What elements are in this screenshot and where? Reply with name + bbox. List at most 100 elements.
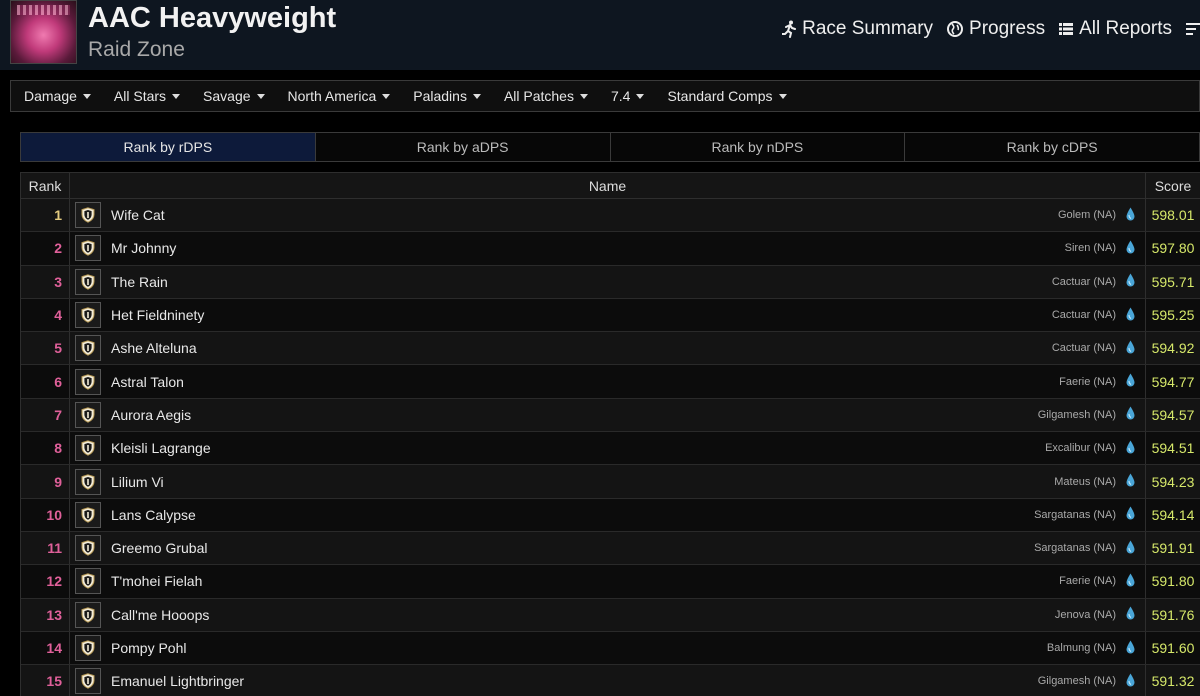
aether-drop-icon xyxy=(1126,473,1135,490)
player-name[interactable]: Kleisli Lagrange xyxy=(111,440,1045,456)
nav-all-reports[interactable]: All Reports xyxy=(1059,18,1172,40)
caret-down-icon xyxy=(472,93,481,99)
rank-cell: 2 xyxy=(21,232,70,265)
paladin-shield-icon[interactable] xyxy=(75,468,101,495)
score-cell: 591.80 xyxy=(1151,573,1195,590)
table-row[interactable]: 14 Pompy Pohl Balmung (NA) 591.60 xyxy=(21,631,1200,666)
paladin-shield-icon[interactable] xyxy=(75,435,101,462)
filter-region-label: North America xyxy=(287,88,377,104)
nav-race-summary[interactable]: Race Summary xyxy=(782,18,933,40)
filter-region[interactable]: North America xyxy=(288,88,391,104)
caret-down-icon xyxy=(172,93,181,99)
header-score[interactable]: Score xyxy=(1146,173,1200,198)
paladin-shield-icon[interactable] xyxy=(75,268,101,295)
player-name[interactable]: T'mohei Fielah xyxy=(111,573,1059,589)
paladin-shield-icon[interactable] xyxy=(75,368,101,395)
filter-comps[interactable]: Standard Comps xyxy=(667,88,787,104)
filter-patch-version[interactable]: 7.4 xyxy=(611,88,645,104)
tab-ndps[interactable]: Rank by nDPS xyxy=(610,133,906,161)
score-cell: 594.77 xyxy=(1151,373,1195,390)
table-row[interactable]: 3 The Rain Cactuar (NA) 595.71 xyxy=(21,265,1200,299)
player-name[interactable]: Emanuel Lightbringer xyxy=(111,673,1038,689)
table-header: Rank Name Score xyxy=(21,173,1200,199)
header-name[interactable]: Name xyxy=(70,173,1146,198)
table-row[interactable]: 11 Greemo Grubal Sargatanas (NA) 591.91 xyxy=(21,531,1200,566)
rank-cell: 7 xyxy=(21,398,70,432)
table-row[interactable]: 8 Kleisli Lagrange Excalibur (NA) 594.51 xyxy=(21,432,1200,466)
top-nav: Race Summary Progress All Reports xyxy=(782,18,1200,40)
score-cell: 594.92 xyxy=(1151,340,1195,357)
player-name[interactable]: Lans Calypse xyxy=(111,507,1034,523)
player-name[interactable]: Pompy Pohl xyxy=(111,640,1047,656)
score-cell: 591.76 xyxy=(1151,606,1195,623)
name-cell: Wife Cat Golem (NA) xyxy=(70,199,1146,232)
table-row[interactable]: 2 Mr Johnny Siren (NA) 597.80 xyxy=(21,232,1200,266)
player-name[interactable]: Call'me Hooops xyxy=(111,607,1055,623)
score-cell: 594.51 xyxy=(1151,440,1195,457)
table-row[interactable]: 13 Call'me Hooops Jenova (NA) 591.76 xyxy=(21,598,1200,632)
rank-cell: 3 xyxy=(21,265,70,298)
paladin-shield-icon[interactable] xyxy=(75,302,101,329)
caret-down-icon xyxy=(382,93,391,99)
server-name: Jenova (NA) xyxy=(1054,608,1116,621)
aether-drop-icon xyxy=(1126,207,1135,224)
table-row[interactable]: 12 T'mohei Fielah Faerie (NA) 591.80 xyxy=(21,565,1200,599)
paladin-shield-icon[interactable] xyxy=(75,501,101,528)
table-body: 1 Wife Cat Golem (NA) 598.01 2 Mr Johnny Siren… xyxy=(21,199,1200,696)
filter-partition[interactable]: All Stars xyxy=(113,88,181,104)
tab-rdps[interactable]: Rank by rDPS xyxy=(21,133,316,161)
table-row[interactable]: 6 Astral Talon Faerie (NA) 594.77 xyxy=(21,365,1200,399)
server-name: Excalibur (NA) xyxy=(1045,442,1116,455)
aether-drop-icon xyxy=(1126,440,1135,457)
aether-drop-icon xyxy=(1126,406,1135,423)
filter-partition-label: All Stars xyxy=(113,88,167,104)
player-name[interactable]: Lilium Vi xyxy=(111,474,1054,490)
rank-cell: 4 xyxy=(21,298,70,332)
player-name[interactable]: Wife Cat xyxy=(111,207,1058,223)
header-rank[interactable]: Rank xyxy=(21,173,70,198)
tab-adps[interactable]: Rank by aDPS xyxy=(315,133,611,161)
paladin-shield-icon[interactable] xyxy=(75,601,101,628)
player-name[interactable]: Mr Johnny xyxy=(111,240,1065,256)
rank-cell: 10 xyxy=(21,498,70,531)
rank-cell: 1 xyxy=(21,199,70,232)
paladin-shield-icon[interactable] xyxy=(75,535,101,562)
paladin-shield-icon[interactable] xyxy=(75,401,101,428)
score-cell: 591.60 xyxy=(1151,640,1195,656)
player-name[interactable]: Het Fieldninety xyxy=(111,307,1052,323)
filter-class[interactable]: Paladins xyxy=(413,88,481,104)
rank-cell: 8 xyxy=(21,432,70,465)
paladin-shield-icon[interactable] xyxy=(75,668,101,695)
paladin-shield-icon[interactable] xyxy=(75,202,101,229)
tab-cdps[interactable]: Rank by cDPS xyxy=(905,133,1199,161)
table-row[interactable]: 10 Lans Calypse Sargatanas (NA) 594.14 xyxy=(21,498,1200,532)
paladin-shield-icon[interactable] xyxy=(75,335,101,362)
player-name[interactable]: Astral Talon xyxy=(111,374,1059,390)
filter-metric[interactable]: Damage xyxy=(24,88,91,104)
table-row[interactable]: 9 Lilium Vi Mateus (NA) 594.23 xyxy=(21,465,1200,499)
paladin-shield-icon[interactable] xyxy=(75,635,101,661)
table-row[interactable]: 4 Het Fieldninety Cactuar (NA) 595.25 xyxy=(21,298,1200,333)
paladin-shield-icon[interactable] xyxy=(75,235,101,262)
name-cell: Lans Calypse Sargatanas (NA) xyxy=(70,498,1146,531)
table-row[interactable]: 7 Aurora Aegis Gilgamesh (NA) 594.57 xyxy=(21,398,1200,433)
filter-patches[interactable]: All Patches xyxy=(504,88,588,104)
server-name: Cactuar (NA) xyxy=(1051,309,1116,322)
rankings-table: Rank Name Score 1 Wife Cat Golem (NA) 598.0… xyxy=(20,172,1200,696)
nav-menu[interactable] xyxy=(1186,22,1200,36)
player-name[interactable]: Greemo Grubal xyxy=(111,540,1034,556)
nav-progress[interactable]: Progress xyxy=(947,18,1045,40)
filter-difficulty[interactable]: Savage xyxy=(203,88,265,104)
zone-image xyxy=(10,0,77,64)
player-name[interactable]: Ashe Alteluna xyxy=(111,340,1052,356)
name-cell: Lilium Vi Mateus (NA) xyxy=(70,465,1146,498)
rank-cell: 15 xyxy=(21,665,70,696)
player-name[interactable]: The Rain xyxy=(111,274,1052,290)
table-row[interactable]: 15 Emanuel Lightbringer Gilgamesh (NA) 591.… xyxy=(21,665,1200,696)
paladin-shield-icon[interactable] xyxy=(75,568,101,595)
table-row[interactable]: 1 Wife Cat Golem (NA) 598.01 xyxy=(21,199,1200,233)
player-name[interactable]: Aurora Aegis xyxy=(111,407,1038,423)
name-cell: The Rain Cactuar (NA) xyxy=(70,265,1146,298)
rank-cell: 12 xyxy=(21,565,70,598)
table-row[interactable]: 5 Ashe Alteluna Cactuar (NA) 594.92 xyxy=(21,332,1200,366)
